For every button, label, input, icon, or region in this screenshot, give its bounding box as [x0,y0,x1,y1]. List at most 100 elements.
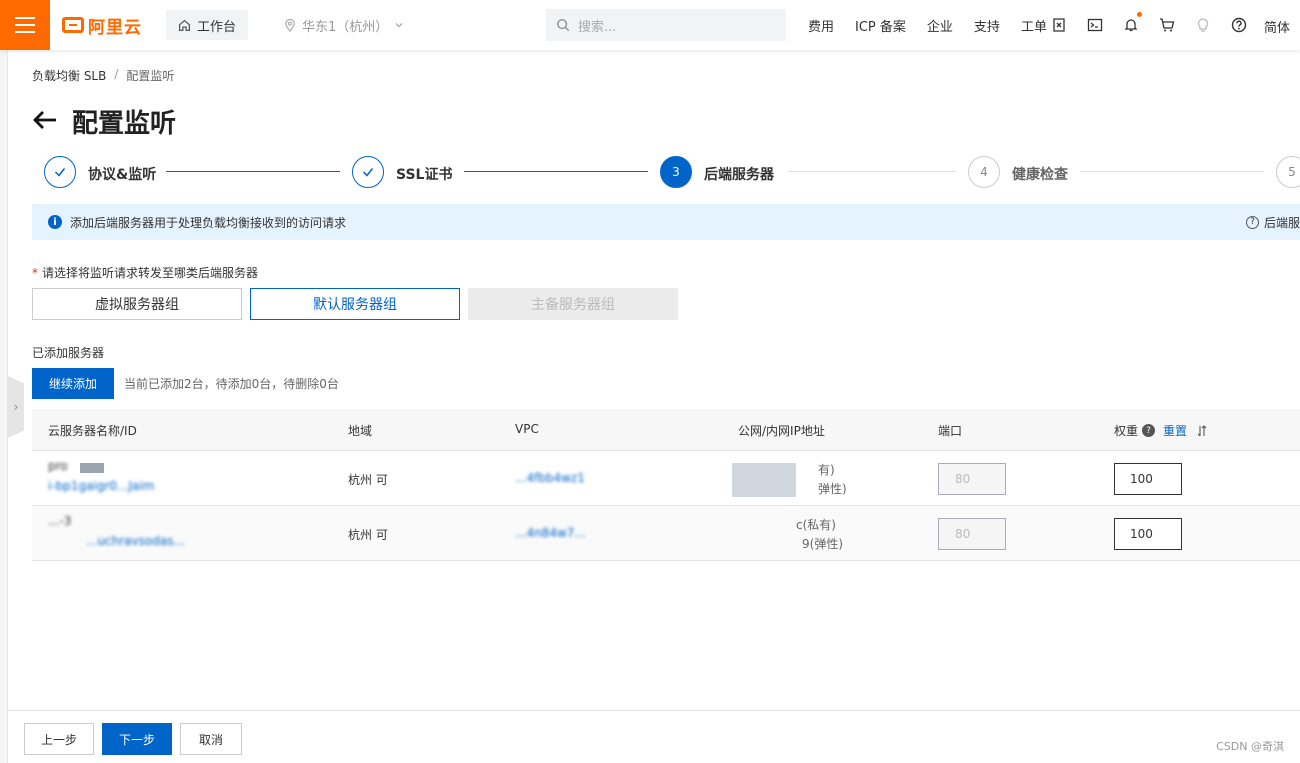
top-link-icp[interactable]: ICP 备案 [855,16,906,35]
bulb-icon[interactable] [1194,16,1212,34]
workbench-button[interactable]: 工作台 [166,10,249,40]
added-summary: 当前已添加2台，待添加0台，待删除0台 [124,377,339,391]
server-name: ...-3 [48,514,72,528]
server-vpc-link[interactable]: ...4fbb4wz1 [515,471,585,485]
search-placeholder: 搜索... [578,19,617,35]
region-selector[interactable]: 华东1（杭州） [284,16,404,35]
step-connector [166,171,340,172]
top-link-billing[interactable]: 费用 [808,16,834,35]
bell-icon[interactable] [1122,12,1142,34]
cart-icon[interactable] [1158,16,1176,34]
weight-reset-link[interactable]: 重置 [1163,422,1187,439]
header-port: 端口 [938,424,963,438]
server-vpc-link[interactable]: ...4n84w7... [515,526,586,540]
notice-text: 添加后端服务器用于处理负载均衡接收到的访问请求 [70,215,347,230]
notice-help-link[interactable]: ? 后端服 [1245,204,1300,240]
weight-help-icon[interactable]: ? [1142,424,1156,437]
default-server-group-option[interactable]: 默认服务器组 [250,288,460,320]
server-public-ip: 弹性) [818,482,847,496]
table-header: 云服务器名称/ID 地域 VPC 公网/内网IP地址 端口 权重 ? 重置 [32,409,1300,451]
step-connector [464,171,648,172]
virtual-server-group-option[interactable]: 虚拟服务器组 [32,288,242,320]
redaction-mask [80,463,104,473]
step-2-check-icon [352,156,384,188]
server-private-ip: 有) [818,463,835,477]
weight-input[interactable]: 100 [1114,518,1182,550]
page-title: 配置监听 [72,109,177,139]
continue-add-button[interactable]: 继续添加 [32,368,114,399]
header-region: 地域 [348,424,373,438]
logo-text: 阿里云 [88,17,142,38]
next-step-button[interactable]: 下一步 [102,723,172,755]
top-navbar: 阿里云 工作台 华东1（杭州） 搜索... 费用 ICP 备案 企业 支持 工单… [0,0,1300,50]
breadcrumb-current: 配置监听 [126,69,175,83]
header-weight: 权重 ? 重置 [1114,422,1207,439]
cancel-button[interactable]: 取消 [180,723,242,755]
info-icon: i [48,215,62,229]
server-public-ip: 9(弹性) [802,537,843,551]
terminal-icon[interactable] [1086,16,1104,34]
step-5-number: 5 [1276,156,1300,188]
notice-help-text: 后端服 [1263,215,1300,230]
table-row: pro i-bp1gaigr0...Jaim 杭州 可 ...4fbb4wz1 … [32,451,1300,506]
watermark: CSDN @奇淇 [1216,740,1284,753]
breadcrumb-parent[interactable]: 负载均衡 SLB [32,67,106,84]
footer-bar: 上一步 下一步 取消 CSDN @奇淇 [8,710,1300,763]
table-row: ...-3 ...uchravsodas... 杭州 可 ...4n84w7..… [32,506,1300,561]
step-4-label: 健康检查 [1012,167,1068,183]
header-weight-label: 权重 [1114,424,1139,438]
master-slave-server-group-option: 主备服务器组 [468,288,678,320]
help-icon[interactable] [1230,16,1248,34]
aliyun-logo[interactable]: 阿里云 [62,0,142,50]
step-1-label: 协议&监听 [88,167,157,183]
top-link-enterprise[interactable]: 企业 [927,16,953,35]
cloud-shell-icon[interactable] [1050,16,1068,34]
port-input[interactable]: 80 [938,463,1006,495]
server-type-label: * 请选择将监听请求转发至哪类后端服务器 [32,266,259,280]
server-region: 杭州 可 [348,473,388,487]
header-name: 云服务器名称/ID [48,424,137,438]
sort-icon[interactable] [1197,424,1207,437]
notification-dot [1137,12,1142,17]
step-2-label: SSL证书 [396,167,453,183]
backend-servers-table: 云服务器名称/ID 地域 VPC 公网/内网IP地址 端口 权重 ? 重置 pr… [32,409,1300,561]
step-indicator: 协议&监听 SSL证书 3 后端服务器 4 健康检查 5 [44,156,1300,188]
server-name: pro [48,459,68,473]
chevron-down-icon [395,23,403,28]
step-connector [788,171,956,172]
search-input[interactable]: 搜索... [546,9,786,41]
aliyun-logo-icon [62,17,84,33]
top-icons [1050,0,1248,50]
header-ip: 公网/内网IP地址 [738,424,825,438]
step-1-check-icon [44,156,76,188]
added-servers-label: 已添加服务器 [32,346,105,360]
prev-step-button[interactable]: 上一步 [24,723,94,755]
header-vpc: VPC [515,422,539,436]
step-connector [1080,171,1264,172]
search-icon [557,19,570,32]
server-region: 杭州 可 [348,528,388,542]
port-input[interactable]: 80 [938,518,1006,550]
server-private-ip: c(私有) [796,518,836,532]
server-id-link[interactable]: i-bp1gaigr0...Jaim [48,479,154,493]
server-id-link[interactable]: ...uchravsodas... [86,534,185,548]
language-switch[interactable]: 简体 [1264,17,1290,36]
left-sidebar-collapsed [0,50,8,763]
step-4-number: 4 [968,156,1000,188]
workbench-label: 工作台 [197,19,237,35]
weight-input[interactable]: 100 [1114,463,1182,495]
sidebar-expand-handle[interactable]: › [8,376,24,438]
top-links: 费用 ICP 备案 企业 支持 工单 [808,0,1047,50]
back-arrow-icon[interactable] [32,108,58,136]
home-icon [179,19,190,31]
hamburger-menu-button[interactable] [0,0,50,50]
location-icon [285,18,295,32]
chevron-right-icon: › [13,400,19,414]
step-3-number: 3 [660,156,692,188]
breadcrumb-separator: / [114,67,119,81]
top-link-support[interactable]: 支持 [974,16,1000,35]
redaction-mask [732,463,796,497]
question-icon: ? [1245,215,1259,229]
breadcrumb: 负载均衡 SLB / 配置监听 [32,67,174,84]
top-link-ticket[interactable]: 工单 [1021,16,1047,35]
